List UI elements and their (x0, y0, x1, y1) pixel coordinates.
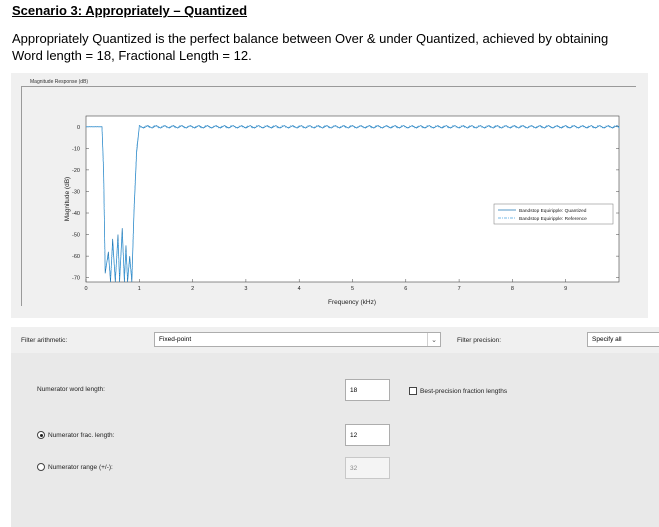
numerator-range-label: Numerator range (+/-): (48, 464, 113, 471)
x-tick-label: 8 (511, 286, 514, 292)
numerator-frac-length-value: 12 (350, 431, 358, 439)
numerator-range-input: 32 (345, 457, 390, 479)
description-line-1: Appropriately Quantized is the perfect b… (12, 31, 609, 46)
y-tick-label: -40 (72, 211, 80, 217)
y-tick-label: -10 (72, 146, 80, 152)
magnitude-response-chart: 0 1 2 3 4 5 6 7 8 9 0 -10 -20 -30 -40 -50 -60 -70 Frequen… (64, 115, 620, 306)
numerator-frac-length-label: Numerator frac. length: (48, 432, 115, 439)
description-line-2: Word length = 18, Fractional Length = 12… (12, 48, 252, 63)
description-paragraph: Appropriately Quantized is the perfect b… (12, 30, 652, 64)
numerator-word-length-label: Numerator word length: (37, 386, 105, 393)
x-tick-label: 1 (138, 286, 141, 292)
legend-label-quantized: Bandstop Equiripple: Quantized (519, 208, 587, 214)
numerator-word-length-input[interactable]: 18 (345, 379, 390, 401)
x-tick-label: 7 (458, 286, 461, 292)
numerator-frac-length-radio[interactable] (37, 431, 45, 439)
x-axis-label: Frequency (kHz) (328, 299, 376, 306)
precision-options-area: Numerator word length: 18 Best-precision… (11, 353, 659, 527)
best-precision-label: Best-precision fraction lengths (420, 388, 508, 395)
filter-arithmetic-value: Fixed-point (159, 336, 192, 343)
filter-precision-label: Filter precision: (457, 337, 502, 344)
magnitude-response-panel: Magnitude Response (dB) 0 1 2 3 4 5 6 7 8 9 0 -10 -2… (11, 73, 648, 318)
plot-area (85, 115, 620, 283)
y-tick-label: -70 (72, 276, 80, 282)
x-tick-label: 9 (564, 286, 567, 292)
y-tick-label: -20 (72, 168, 80, 174)
numerator-frac-length-input[interactable]: 12 (345, 424, 390, 446)
x-tick-label: 0 (84, 286, 87, 292)
y-tick-label: -30 (72, 189, 80, 195)
y-tick-label: 0 (77, 125, 80, 131)
x-tick-label: 2 (191, 286, 194, 292)
x-tick-label: 5 (351, 286, 354, 292)
numerator-word-length-value: 18 (350, 386, 358, 394)
filter-arithmetic-label: Filter arithmetic: (21, 337, 68, 344)
legend-label-reference: Bandstop Equiripple: Reference (519, 216, 587, 222)
filter-precision-value: Specify all (592, 336, 622, 343)
x-tick-label: 3 (244, 286, 247, 292)
scenario-heading: Scenario 3: Appropriately – Quantized (12, 3, 248, 18)
x-tick-label: 6 (404, 286, 407, 292)
filter-precision-dropdown[interactable]: Specify all (587, 332, 659, 347)
filter-settings-panel: Filter arithmetic: Fixed-point ⌄ Filter … (11, 327, 659, 527)
y-tick-label: -50 (72, 233, 80, 239)
best-precision-checkbox[interactable] (409, 387, 417, 395)
y-axis-label: Magnitude (dB) (64, 177, 71, 221)
legend: Bandstop Equiripple: Quantized Bandstop … (493, 203, 614, 225)
y-tick-label: -60 (72, 254, 80, 260)
chevron-down-icon[interactable]: ⌄ (427, 333, 440, 346)
numerator-range-value: 32 (350, 464, 358, 472)
numerator-range-radio[interactable] (37, 463, 45, 471)
filter-arithmetic-dropdown[interactable]: Fixed-point ⌄ (154, 332, 441, 347)
x-tick-label: 4 (298, 286, 301, 292)
